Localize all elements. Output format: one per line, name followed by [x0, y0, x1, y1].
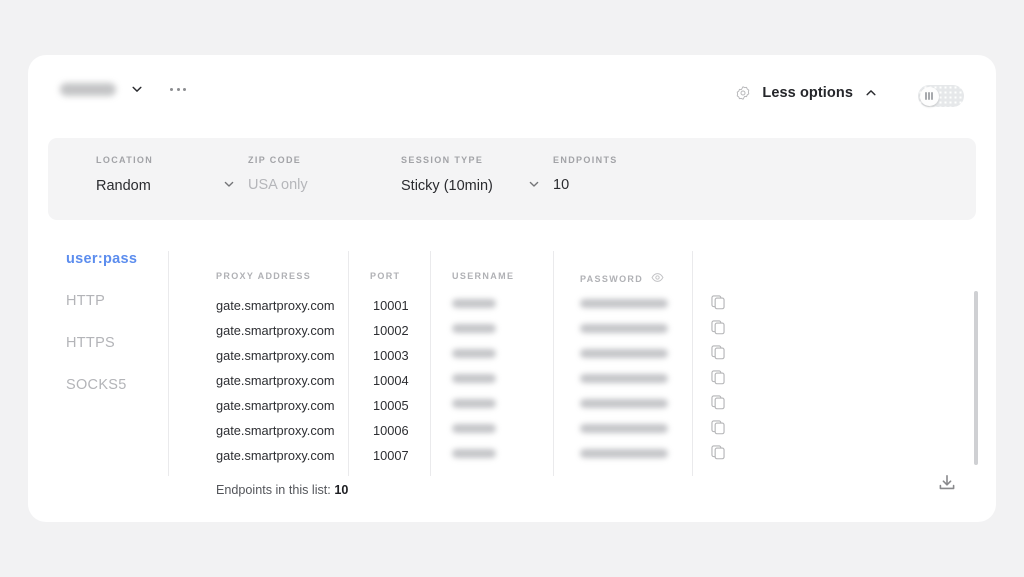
toggle-knob [920, 87, 939, 106]
endpoints-field[interactable]: ENDPOINTS 10 [553, 155, 693, 193]
copy-icon[interactable] [710, 394, 726, 410]
location-value-row[interactable]: Random [96, 177, 236, 195]
session-type-value-row[interactable]: Sticky (10min) [401, 177, 541, 195]
cell-username-redacted [452, 349, 496, 358]
zip-code-label: ZIP CODE [248, 155, 388, 165]
cell-username-redacted [452, 374, 496, 383]
cell-password-redacted [580, 299, 668, 308]
cell-port: 10003 [373, 348, 409, 363]
cell-username-redacted [452, 449, 496, 458]
less-options-button[interactable]: Less options [735, 85, 878, 101]
cell-password-redacted [580, 324, 668, 333]
session-type-label: SESSION TYPE [401, 155, 541, 165]
endpoints-table-region: user:pass HTTP HTTPS SOCKS5 PROXY ADDRES… [28, 251, 996, 481]
less-options-label: Less options [762, 85, 853, 101]
cell-port: 10001 [373, 298, 409, 313]
endpoints-count-value: 10 [334, 483, 348, 497]
location-value: Random [96, 178, 151, 194]
gear-icon [735, 85, 751, 101]
column-divider [430, 251, 431, 476]
download-icon[interactable] [937, 473, 957, 493]
cell-password-redacted [580, 349, 668, 358]
copy-icon[interactable] [710, 369, 726, 385]
ellipsis-icon[interactable] [170, 88, 186, 91]
app-page: Less options LOCATION Random [0, 0, 1024, 577]
cell-proxy-address: gate.smartproxy.com [216, 423, 335, 438]
header-label: USERNAME [452, 271, 514, 281]
copy-icon[interactable] [710, 319, 726, 335]
cell-username-redacted [452, 324, 496, 333]
copy-icon[interactable] [710, 344, 726, 360]
column-divider [553, 251, 554, 476]
location-label: LOCATION [96, 155, 236, 165]
cell-password-redacted [580, 399, 668, 408]
proxy-endpoints-card: Less options LOCATION Random [28, 55, 996, 522]
tab-https[interactable]: HTTPS [66, 335, 166, 351]
tab-socks5[interactable]: SOCKS5 [66, 377, 166, 393]
cell-port: 10005 [373, 398, 409, 413]
session-type-value: Sticky (10min) [401, 178, 493, 194]
header-label: PROXY ADDRESS [216, 271, 311, 281]
session-type-field[interactable]: SESSION TYPE Sticky (10min) [401, 155, 541, 195]
column-header-proxy-address: PROXY ADDRESS [216, 271, 311, 281]
cell-password-redacted [580, 374, 668, 383]
cell-port: 10007 [373, 448, 409, 463]
column-header-password: PASSWORD [580, 271, 664, 286]
cell-proxy-address: gate.smartproxy.com [216, 448, 335, 463]
cell-port: 10002 [373, 323, 409, 338]
eye-icon[interactable] [651, 271, 664, 286]
endpoints-table: PROXY ADDRESS PORT USERNAME PASSWORD [168, 251, 708, 476]
endpoints-count: Endpoints in this list: 10 [216, 483, 348, 497]
chevron-down-icon[interactable] [130, 82, 144, 96]
zip-code-value-row[interactable]: USA only [248, 177, 388, 193]
cell-password-redacted [580, 449, 668, 458]
header-label: PORT [370, 271, 400, 281]
card-header: Less options [28, 55, 996, 138]
copy-icon[interactable] [710, 419, 726, 435]
copy-icon[interactable] [710, 444, 726, 460]
cell-proxy-address: gate.smartproxy.com [216, 298, 335, 313]
chevron-up-icon[interactable] [864, 86, 878, 100]
zip-code-placeholder: USA only [248, 177, 308, 193]
cell-port: 10004 [373, 373, 409, 388]
header-label: PASSWORD [580, 274, 643, 284]
endpoints-value-row[interactable]: 10 [553, 177, 693, 193]
cell-password-redacted [580, 424, 668, 433]
tab-user-pass[interactable]: user:pass [66, 251, 166, 267]
cell-proxy-address: gate.smartproxy.com [216, 348, 335, 363]
location-field[interactable]: LOCATION Random [96, 155, 236, 195]
project-title-group[interactable] [60, 82, 186, 96]
protocol-tab-list: user:pass HTTP HTTPS SOCKS5 [66, 251, 166, 419]
cell-proxy-address: gate.smartproxy.com [216, 373, 335, 388]
cell-username-redacted [452, 424, 496, 433]
column-divider [348, 251, 349, 476]
options-panel: LOCATION Random ZIP CODE USA only S [48, 138, 976, 220]
column-divider [168, 251, 169, 476]
endpoints-label: ENDPOINTS [553, 155, 693, 165]
tab-http[interactable]: HTTP [66, 293, 166, 309]
chevron-down-icon[interactable] [527, 177, 541, 195]
cell-username-redacted [452, 299, 496, 308]
column-divider [692, 251, 693, 476]
table-scrollbar[interactable] [974, 291, 978, 465]
cell-proxy-address: gate.smartproxy.com [216, 323, 335, 338]
cell-port: 10006 [373, 423, 409, 438]
cell-username-redacted [452, 399, 496, 408]
zip-code-field[interactable]: ZIP CODE USA only [248, 155, 388, 193]
column-header-username: USERNAME [452, 271, 514, 281]
chevron-down-icon[interactable] [222, 177, 236, 195]
project-name-redacted [60, 83, 116, 96]
cell-proxy-address: gate.smartproxy.com [216, 398, 335, 413]
options-toggle-switch[interactable] [918, 85, 964, 107]
column-header-port: PORT [370, 271, 400, 281]
copy-icon[interactable] [710, 294, 726, 310]
endpoints-value: 10 [553, 177, 569, 193]
endpoints-count-label: Endpoints in this list: [216, 483, 331, 497]
